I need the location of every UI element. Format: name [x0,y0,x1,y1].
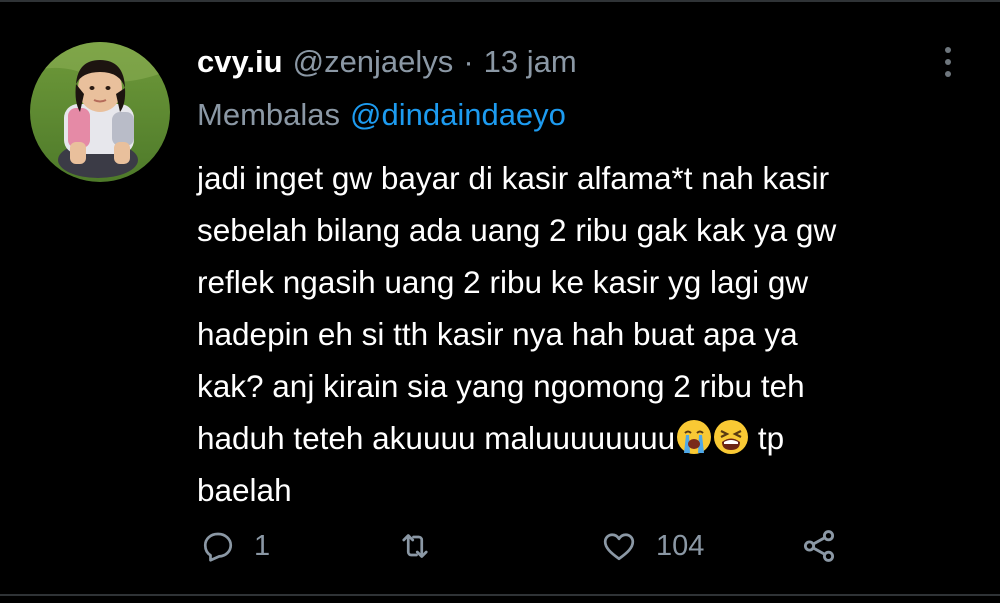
tweet-text-line: hadepin eh si tth kasir nya hah buat apa… [197,316,798,352]
more-dot [945,47,951,53]
tweet-text-segment: haduh teteh akuuuu maluuuuuuuu [197,420,676,456]
avatar[interactable] [30,42,170,182]
tweet-text-line: reflek ngasih uang 2 ribu ke kasir yg la… [197,264,809,300]
tweet-text-segment: tp [749,420,785,456]
header-separator: · [463,44,474,79]
tweet-actions: 1 104 [0,518,1000,574]
heart-icon [603,533,635,561]
more-dot [945,71,951,77]
reply-icon [203,532,233,562]
tweet-text-line: sebelah bilang ada uang 2 ribu gak kak y… [197,212,837,248]
like-count: 104 [656,529,705,562]
replying-to: Membalas @dindaindaeyo [197,93,566,137]
reply-prefix: Membalas [197,97,340,132]
share-icon [803,530,835,562]
tweet-text-line: haduh teteh akuuuu maluuuuuuuu tp [197,412,977,464]
reply-button[interactable]: 1 [200,518,270,574]
loudly-crying-face-emoji [677,420,712,454]
more-vertical-icon[interactable] [936,42,960,82]
tweet-header: cvy.iu @zenjaelys · 13 jam [197,40,577,84]
top-divider [0,0,1000,2]
tweet-time[interactable]: 13 jam [484,44,577,80]
retweet-icon [402,534,428,558]
bottom-divider [0,594,1000,596]
reply-mention-link[interactable]: @dindaindaeyo [350,97,566,133]
tweet-text-line: jadi inget gw bayar di kasir alfama*t na… [197,160,830,196]
like-button[interactable]: 104 [600,518,704,574]
share-button[interactable] [800,518,838,574]
retweet-button[interactable] [396,518,452,574]
tweet-text-line: baelah [197,472,292,508]
display-name[interactable]: cvy.iu [197,44,283,80]
tired-face-emoji [714,420,749,454]
tweet-text-line: kak? anj kirain sia yang ngomong 2 ribu … [197,368,805,404]
more-dot [945,59,951,65]
user-handle[interactable]: @zenjaelys [293,44,454,80]
tweet-text: jadi inget gw bayar di kasir alfama*t na… [197,152,977,516]
reply-count: 1 [254,529,271,562]
avatar-photo [30,42,170,182]
